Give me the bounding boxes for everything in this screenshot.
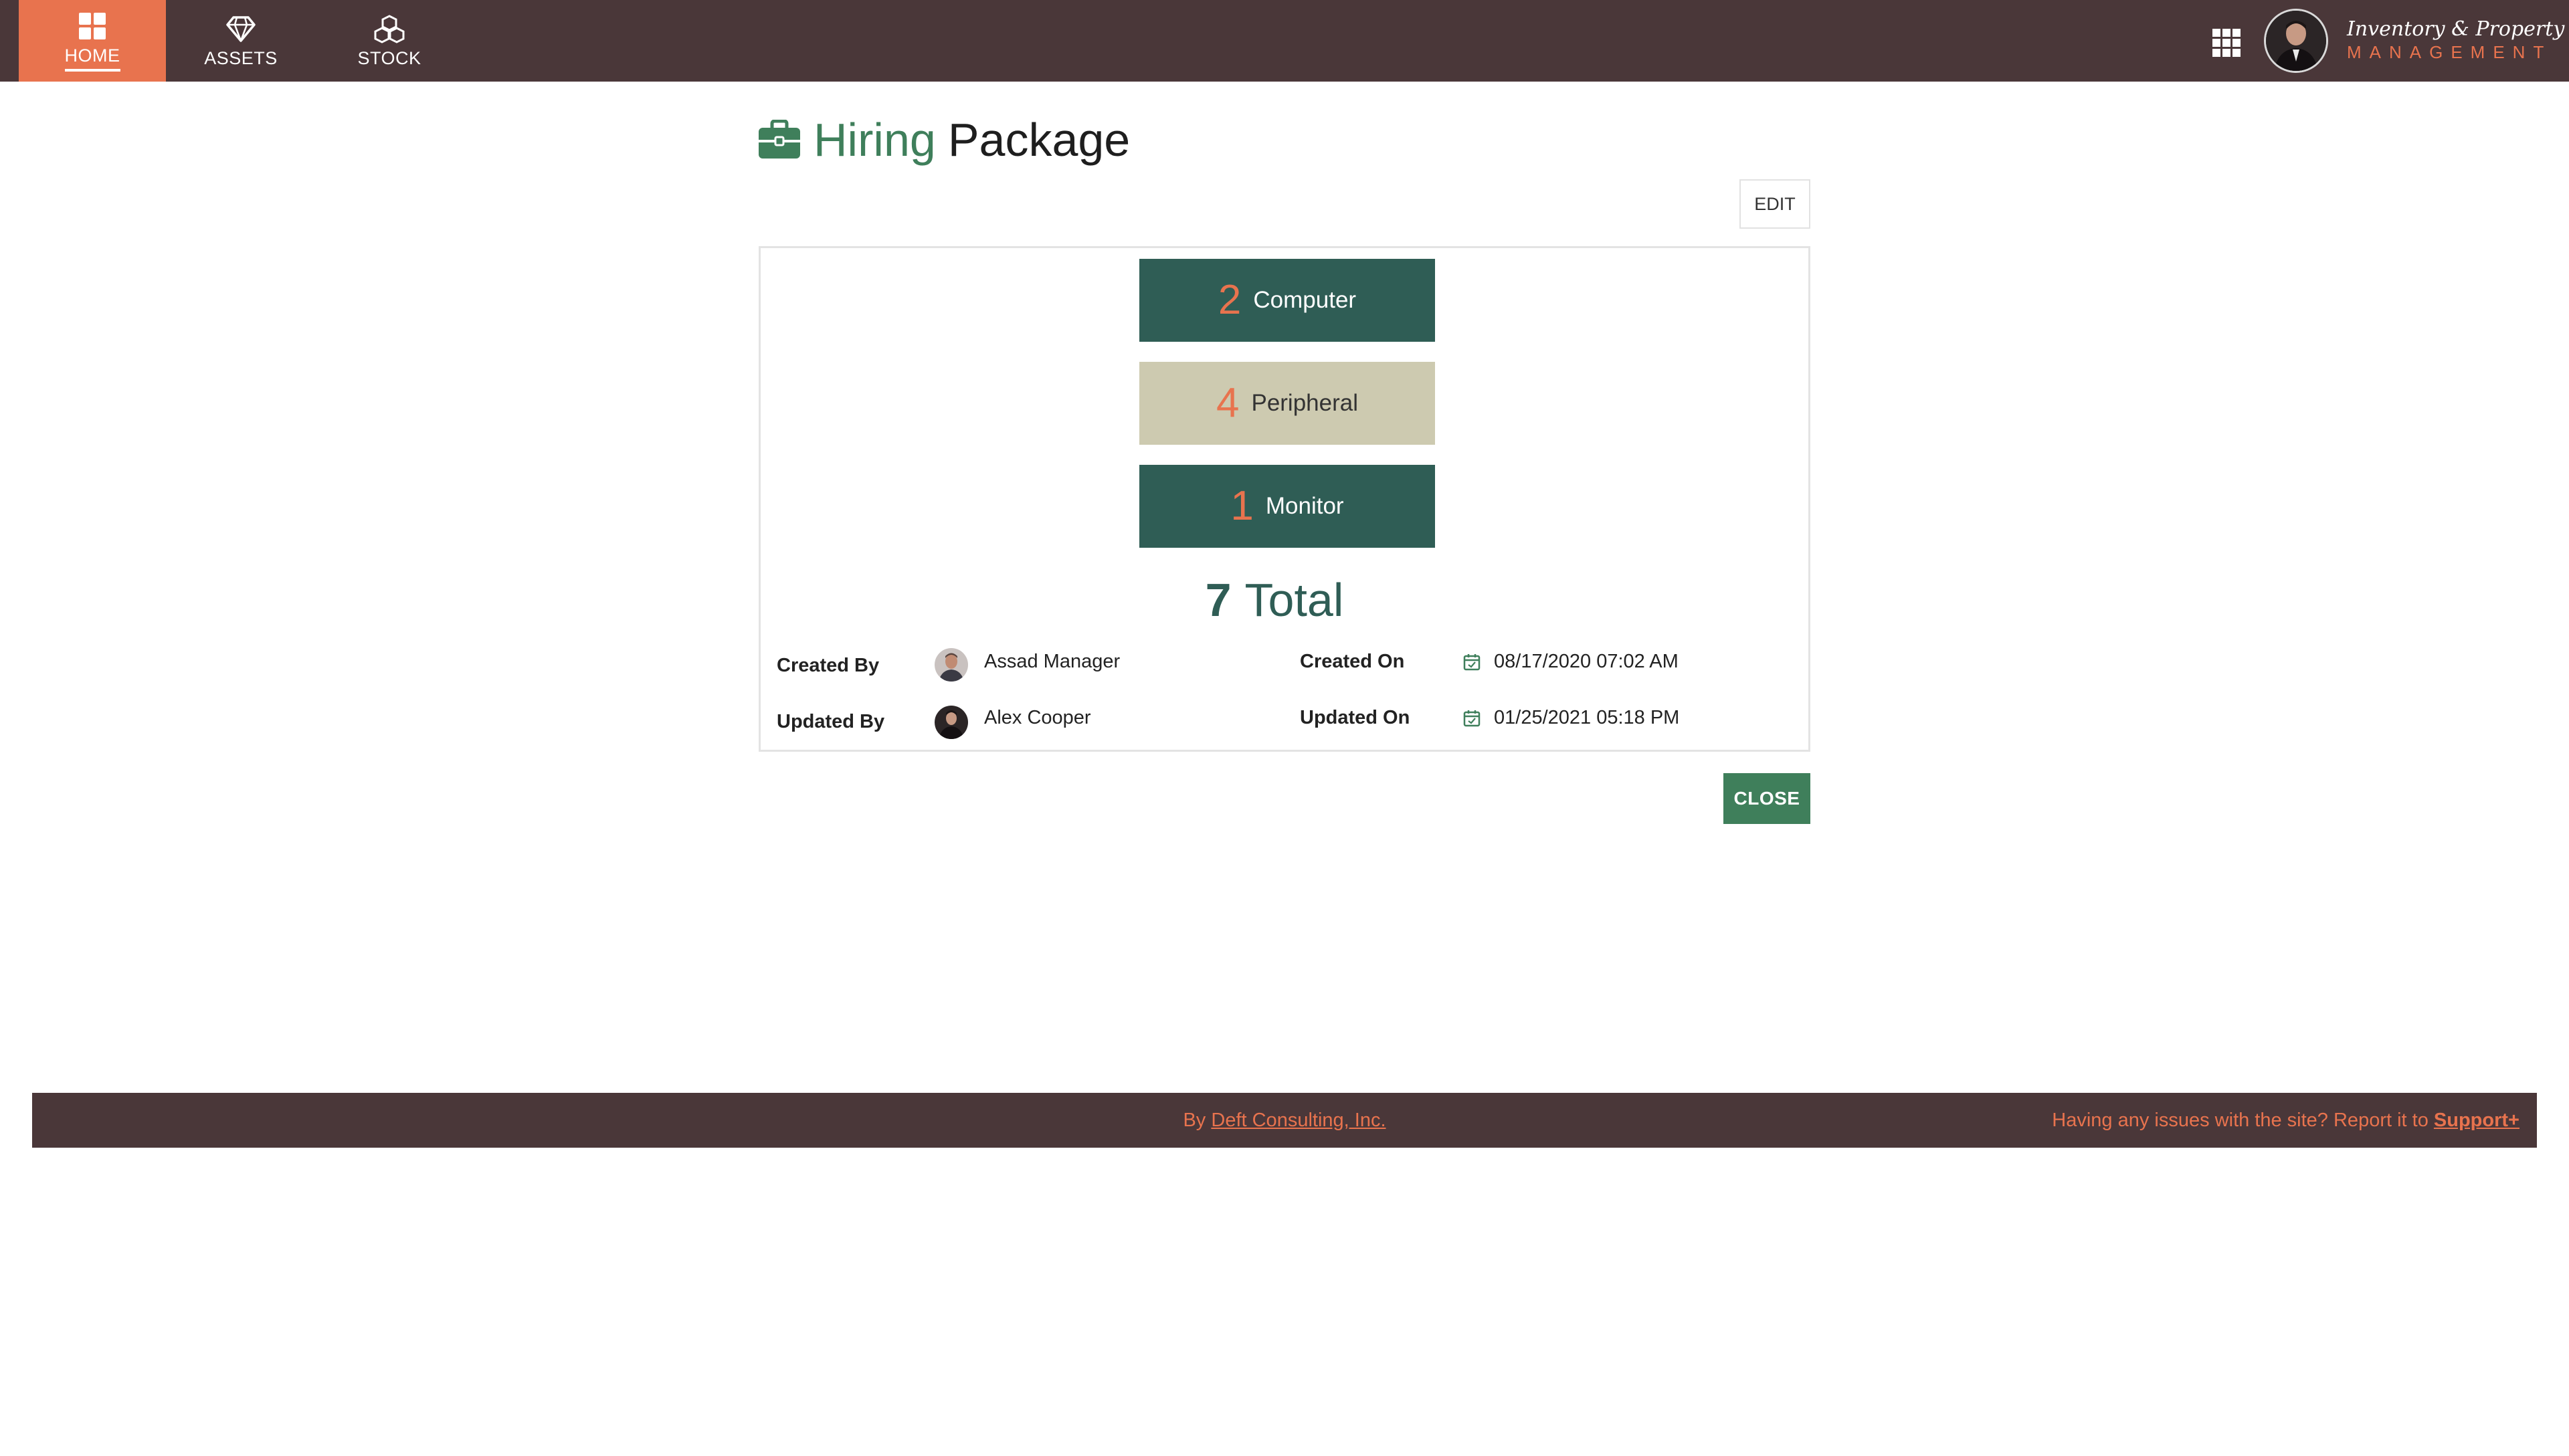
briefcase-icon	[759, 120, 800, 159]
created-by-label: Created By	[777, 655, 880, 676]
updated-by-label: Updated By	[777, 711, 885, 732]
package-total: 7 Total	[761, 573, 1808, 627]
close-button[interactable]: CLOSE	[1723, 773, 1810, 824]
nav-label-assets: ASSETS	[204, 47, 278, 68]
page-title: Hiring Package	[757, 110, 1130, 170]
calendar-check-icon	[1463, 654, 1481, 671]
package-item-peripheral[interactable]: 4 Peripheral	[1139, 362, 1435, 445]
updater-portrait-icon	[935, 706, 968, 739]
footer-support: Having any issues with the site? Report …	[2052, 1093, 2519, 1148]
nav-item-stock[interactable]: STOCK	[316, 0, 463, 82]
footer-support-text: Having any issues with the site? Report …	[2052, 1110, 2434, 1131]
created-on-label: Created On	[1300, 651, 1405, 672]
title-main-word: Package	[947, 114, 1131, 166]
updated-by-value: Alex Cooper	[984, 707, 1091, 728]
user-avatar[interactable]	[2264, 9, 2328, 73]
updater-avatar	[935, 706, 968, 739]
footer-credit-prefix: By	[1183, 1110, 1212, 1131]
package-item-monitor[interactable]: 1 Monitor	[1139, 465, 1435, 548]
edit-button[interactable]: EDIT	[1739, 179, 1810, 229]
package-item-category: Monitor	[1265, 493, 1344, 519]
footer: By Deft Consulting, Inc. Having any issu…	[32, 1093, 2537, 1148]
title-accent-word: Hiring	[814, 114, 936, 166]
boxes-stack-icon	[374, 14, 405, 43]
creator-portrait-icon	[935, 648, 968, 682]
package-details-card: 2 Computer 4 Peripheral 1 Monitor 7 Total…	[759, 246, 1810, 752]
dashboard-grid-icon	[79, 12, 106, 39]
updated-on-label: Updated On	[1300, 707, 1410, 728]
brand-subtitle: MANAGEMENT	[2347, 42, 2552, 62]
creator-avatar	[935, 648, 968, 682]
user-portrait-icon	[2266, 11, 2326, 71]
package-item-quantity: 2	[1218, 277, 1242, 323]
package-item-quantity: 4	[1216, 380, 1240, 426]
updated-on-value: 01/25/2021 05:18 PM	[1494, 707, 1680, 728]
package-item-computer[interactable]: 2 Computer	[1139, 259, 1435, 342]
brand-logo: Inventory & Property MANAGEMENT	[2347, 17, 2565, 63]
package-item-category: Peripheral	[1251, 390, 1359, 416]
apps-grid-icon[interactable]	[2212, 28, 2241, 58]
package-item-quantity: 1	[1230, 483, 1254, 529]
created-on-value: 08/17/2020 07:02 AM	[1494, 651, 1679, 672]
brand-title: Inventory & Property	[2347, 17, 2565, 41]
nav-item-assets[interactable]: ASSETS	[167, 0, 314, 82]
footer-support-link[interactable]: Support+	[2434, 1110, 2519, 1131]
diamond-icon	[226, 15, 256, 42]
nav-label-home: HOME	[64, 45, 120, 72]
total-label: Total	[1244, 574, 1344, 626]
total-number: 7	[1205, 574, 1232, 626]
package-item-category: Computer	[1253, 287, 1357, 313]
footer-company-link[interactable]: Deft Consulting, Inc.	[1211, 1110, 1386, 1131]
top-navigation-bar: HOME ASSETS STOCK Inventory & Property M…	[0, 0, 2569, 82]
calendar-check-icon	[1463, 710, 1481, 727]
created-by-value: Assad Manager	[984, 651, 1121, 672]
nav-item-home[interactable]: HOME	[19, 0, 166, 82]
nav-label-stock: STOCK	[357, 47, 421, 68]
